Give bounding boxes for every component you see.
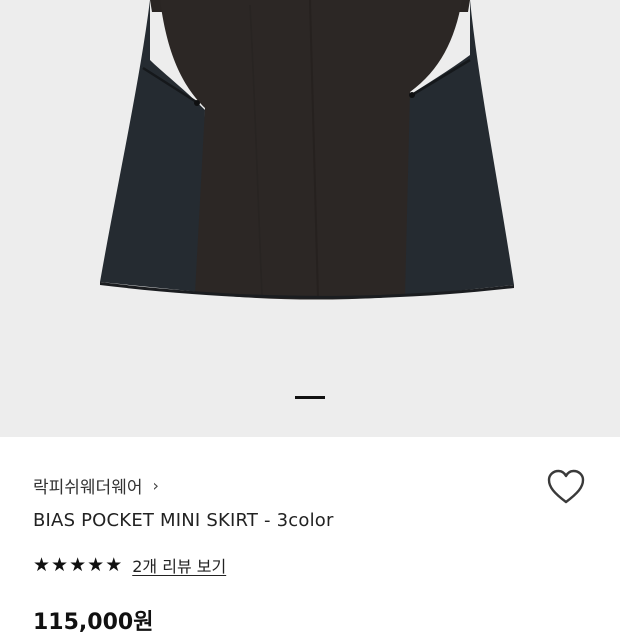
product-title: BIAS POCKET MINI SKIRT - 3color: [33, 510, 334, 531]
brand-name: 락피쉬웨더웨어: [33, 478, 143, 498]
star-icon: ★: [87, 553, 105, 576]
star-icon: ★: [105, 553, 123, 576]
skirt-image: [100, 0, 514, 300]
gallery-indicator-active[interactable]: [295, 396, 325, 399]
gallery-indicator: [0, 396, 620, 400]
rating-stars: ★ ★ ★ ★ ★: [33, 553, 123, 576]
brand-link[interactable]: 락피쉬웨더웨어 ›: [33, 473, 159, 498]
rating-row: ★ ★ ★ ★ ★ 2개 리뷰 보기: [33, 553, 226, 577]
review-link[interactable]: 2개 리뷰 보기: [132, 553, 226, 577]
product-image-gallery[interactable]: [0, 0, 620, 437]
star-icon: ★: [51, 553, 69, 576]
star-icon: ★: [69, 553, 87, 576]
chevron-right-icon: ›: [152, 476, 159, 495]
product-price: 115,000원: [33, 610, 154, 635]
wishlist-heart-icon[interactable]: [546, 468, 586, 506]
star-icon: ★: [33, 553, 51, 576]
